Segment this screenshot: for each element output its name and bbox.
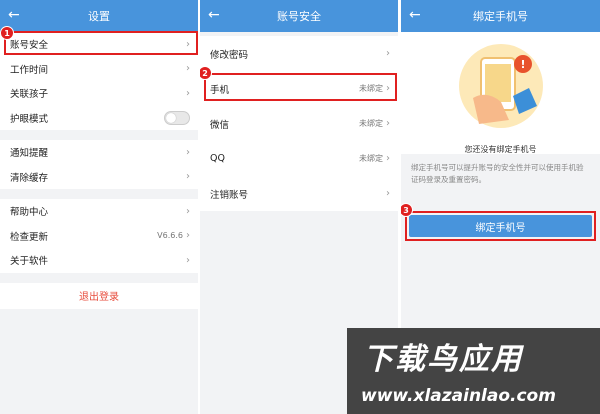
highlight-box-phone <box>204 73 397 101</box>
account-security-list: 修改密码 › 手机 未绑定 › 微信 未绑定 › QQ 未绑定 › 注销账号 › <box>200 36 398 211</box>
settings-item-label: 帮助中心 <box>10 207 49 219</box>
group-gap <box>0 130 198 140</box>
chevron-right-icon: › <box>186 146 190 158</box>
settings-item-notifications[interactable]: 通知提醒 › <box>0 140 198 165</box>
account-item-label: 微信 <box>210 119 230 131</box>
chevron-right-icon: › <box>386 188 390 199</box>
settings-item-eye-mode: 护眼模式 <box>0 106 198 131</box>
settings-item-about[interactable]: 关于软件 › <box>0 248 198 273</box>
step-badge-1: 1 <box>0 26 14 40</box>
settings-item-label: 护眼模式 <box>10 113 49 125</box>
settings-item-label: 关于软件 <box>10 256 49 268</box>
version-value: V6.6.6 <box>157 231 183 241</box>
account-item-label: QQ <box>210 153 225 164</box>
highlight-box-bind-button <box>405 211 596 241</box>
settings-item-link-child[interactable]: 关联孩子 › <box>0 81 198 106</box>
watermark-title: 下载鸟应用 <box>363 342 523 377</box>
bind-phone-title: 绑定手机号 <box>473 10 528 23</box>
chevron-right-icon: › <box>386 153 390 164</box>
binding-status: 未绑定 <box>359 119 383 128</box>
settings-item-label: 清除缓存 <box>10 172 49 184</box>
account-security-title: 账号安全 <box>277 10 321 23</box>
chevron-right-icon: › <box>186 87 190 99</box>
toggle-knob <box>166 112 176 123</box>
phone-in-hand-illustration-icon: ! <box>459 44 543 128</box>
settings-item-help-center[interactable]: 帮助中心 › <box>0 199 198 224</box>
settings-item-label: 关联孩子 <box>10 89 49 101</box>
svg-text:!: ! <box>520 58 525 71</box>
settings-item-work-time[interactable]: 工作时间 › <box>0 57 198 82</box>
bind-phone-illustration-area: ! 您还没有绑定手机号 <box>401 32 600 154</box>
chevron-right-icon: › <box>186 254 190 266</box>
settings-screen: ← 设置 账号安全 › 工作时间 › 关联孩子 › 护眼模式 通知提醒 › 清除… <box>0 0 198 414</box>
account-item-wechat[interactable]: 微信 未绑定 › <box>200 106 398 141</box>
group-gap <box>0 273 198 283</box>
chevron-right-icon: › <box>186 205 190 217</box>
highlight-box-account-security <box>4 31 198 55</box>
account-item-label: 修改密码 <box>210 49 249 61</box>
binding-status: 未绑定 <box>359 154 383 163</box>
account-item-qq[interactable]: QQ 未绑定 › <box>200 141 398 176</box>
account-item-label: 注销账号 <box>210 189 249 201</box>
back-arrow-icon[interactable]: ← <box>409 7 421 23</box>
settings-item-check-update[interactable]: 检查更新 V6.6.6 › <box>0 224 198 249</box>
logout-button[interactable]: 退出登录 <box>0 282 198 309</box>
bind-phone-description: 绑定手机号可以提升账号的安全性并可以使用手机验证码登录及重置密码。 <box>411 163 584 184</box>
watermark-url: www.xlazainlao.com <box>361 386 556 406</box>
chevron-right-icon: › <box>186 63 190 75</box>
settings-item-label: 工作时间 <box>10 64 49 76</box>
back-arrow-icon[interactable]: ← <box>208 7 220 23</box>
no-phone-caption: 您还没有绑定手机号 <box>464 145 537 154</box>
settings-group-notify: 通知提醒 › 清除缓存 › <box>0 140 198 189</box>
chevron-right-icon: › <box>186 230 190 242</box>
account-security-header: ← 账号安全 <box>200 0 398 32</box>
settings-item-label: 通知提醒 <box>10 148 49 160</box>
watermark-logo: 下载鸟应用 www.xlazainlao.com <box>347 328 600 414</box>
chevron-right-icon: › <box>386 48 390 59</box>
group-gap <box>0 189 198 199</box>
settings-item-clear-cache[interactable]: 清除缓存 › <box>0 165 198 190</box>
chevron-right-icon: › <box>386 118 390 129</box>
bind-phone-header: ← 绑定手机号 <box>401 0 600 32</box>
account-item-change-password[interactable]: 修改密码 › <box>200 36 398 71</box>
eye-mode-toggle[interactable] <box>164 110 190 125</box>
account-item-delete-account[interactable]: 注销账号 › <box>200 176 398 211</box>
settings-title: 设置 <box>88 10 110 23</box>
settings-group-about: 帮助中心 › 检查更新 V6.6.6 › 关于软件 › <box>0 199 198 273</box>
settings-item-label: 检查更新 <box>10 231 49 243</box>
chevron-right-icon: › <box>186 171 190 183</box>
back-arrow-icon[interactable]: ← <box>8 7 20 23</box>
settings-header: ← 设置 <box>0 0 198 32</box>
